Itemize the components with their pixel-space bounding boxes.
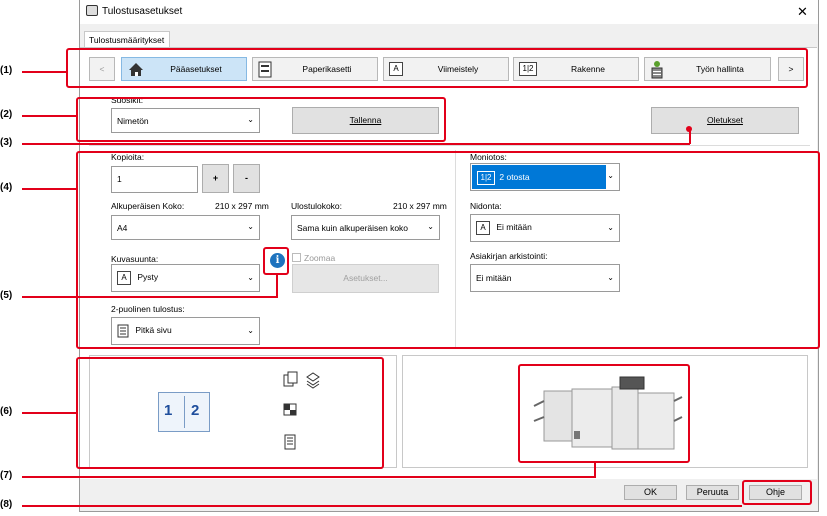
callout-line-5: [22, 296, 278, 298]
callout-box-4: [76, 151, 820, 349]
cancel-button[interactable]: Peruuta: [686, 485, 739, 500]
callout-label-4: (4): [0, 182, 13, 193]
close-icon[interactable]: ✕: [797, 4, 808, 20]
defaults-button-label: Oletukset: [707, 115, 743, 125]
callout-label-6: (6): [0, 406, 13, 417]
callout-label-2: (2): [0, 109, 13, 120]
callout-line-8: [22, 505, 742, 507]
callout-label-7: (7): [0, 470, 13, 481]
callout-label-3: (3): [0, 137, 13, 148]
callout-line-6: [22, 412, 76, 414]
callout-box-5: [263, 247, 289, 275]
callout-box-1: [66, 48, 808, 88]
callout-box-7: [518, 364, 690, 463]
callout-line-7-vertical: [594, 463, 596, 478]
callout-line-4: [22, 188, 76, 190]
divider: [89, 145, 810, 146]
callout-dot-3: [686, 126, 692, 132]
callout-line-3: [22, 143, 690, 145]
callout-label-1: (1): [0, 65, 13, 76]
callout-label-5: (5): [0, 290, 13, 301]
ok-button[interactable]: OK: [624, 485, 677, 500]
callout-box-2: [76, 97, 446, 142]
callout-line-2: [22, 115, 76, 117]
callout-line-7: [22, 476, 596, 478]
callout-box-8: [742, 480, 812, 505]
callout-line-5-vertical: [276, 274, 278, 298]
tab-print-settings[interactable]: Tulostusmääritykset: [84, 31, 170, 48]
title-bar: [80, 0, 818, 24]
defaults-button[interactable]: Oletukset: [651, 107, 799, 134]
printer-icon: [86, 5, 98, 16]
callout-line-1: [22, 71, 66, 73]
callout-label-8: (8): [0, 499, 13, 510]
callout-box-6: [76, 357, 384, 469]
window-title: Tulostusasetukset: [102, 6, 183, 17]
